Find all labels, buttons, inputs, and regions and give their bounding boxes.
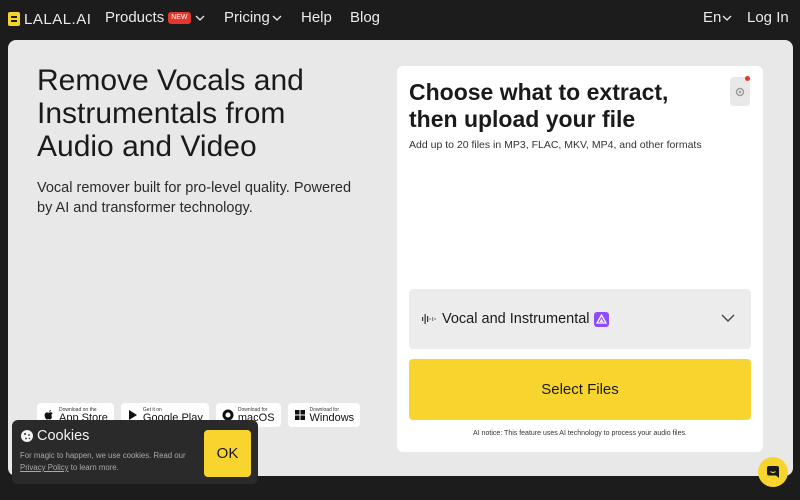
upload-title: Choose what to extract, then upload your…: [409, 79, 669, 132]
chevron-down-icon: [272, 15, 282, 21]
logo-icon: [8, 12, 20, 26]
language-selector[interactable]: En: [703, 9, 732, 26]
cookie-text-before: For magic to happen, we use cookies. Rea…: [20, 451, 186, 460]
cookie-text: For magic to happen, we use cookies. Rea…: [20, 450, 202, 474]
privacy-policy-link[interactable]: Privacy Policy: [20, 463, 69, 472]
top-nav: LALAL.AI Products NEW Pricing Help Blog …: [0, 0, 800, 38]
nav-help[interactable]: Help: [301, 9, 332, 26]
hero-subtitle: Vocal remover built for pro-level qualit…: [37, 180, 352, 216]
hero-title: Remove Vocals and Instrumentals from Aud…: [37, 64, 304, 163]
stem-type-select[interactable]: Vocal and Instrumental: [409, 289, 751, 349]
chat-button[interactable]: [758, 457, 788, 487]
chevron-down-icon: [721, 314, 735, 322]
chevron-down-icon: [195, 15, 205, 21]
chat-icon: [767, 466, 779, 478]
upload-card: Choose what to extract, then upload your…: [397, 66, 763, 452]
upload-subtitle: Add up to 20 files in MP3, FLAC, MKV, MP…: [409, 139, 702, 151]
cookie-banner: Cookies For magic to happen, we use cook…: [12, 420, 258, 484]
windows-label: Windows: [309, 411, 355, 424]
notification-dot: [745, 76, 750, 81]
windows-button[interactable]: Download for Windows: [287, 403, 361, 427]
chevron-down-icon: [722, 15, 732, 21]
main-panel: Remove Vocals and Instrumentals from Aud…: [8, 40, 793, 476]
ai-triangle-icon: [593, 311, 609, 327]
stem-type-value: Vocal and Instrumental: [442, 311, 590, 327]
cookie-heading: Cookies: [20, 428, 89, 444]
settings-button[interactable]: [730, 76, 750, 106]
nav-pricing-label: Pricing: [224, 9, 270, 26]
windows-icon: [294, 410, 305, 420]
waveform-icon: [422, 314, 436, 324]
logo[interactable]: LALAL.AI: [8, 9, 91, 29]
select-files-button[interactable]: Select Files: [409, 359, 751, 420]
nav-blog[interactable]: Blog: [350, 9, 380, 26]
nav-products-label: Products: [105, 9, 165, 26]
ai-notice: AI notice: This feature uses AI technolo…: [473, 430, 687, 437]
login-link[interactable]: Log In: [747, 9, 789, 26]
logo-text: LALAL.AI: [24, 10, 92, 28]
nav-products[interactable]: Products NEW: [105, 9, 205, 26]
cookie-title: Cookies: [37, 428, 90, 444]
cookie-ok-button[interactable]: OK: [204, 430, 251, 477]
gear-icon: [735, 87, 745, 97]
nav-pricing[interactable]: Pricing: [224, 9, 282, 26]
language-label: En: [703, 9, 722, 26]
cookie-icon: [21, 430, 33, 442]
new-badge: NEW: [168, 11, 191, 24]
cookie-text-after: to learn more.: [68, 463, 119, 472]
